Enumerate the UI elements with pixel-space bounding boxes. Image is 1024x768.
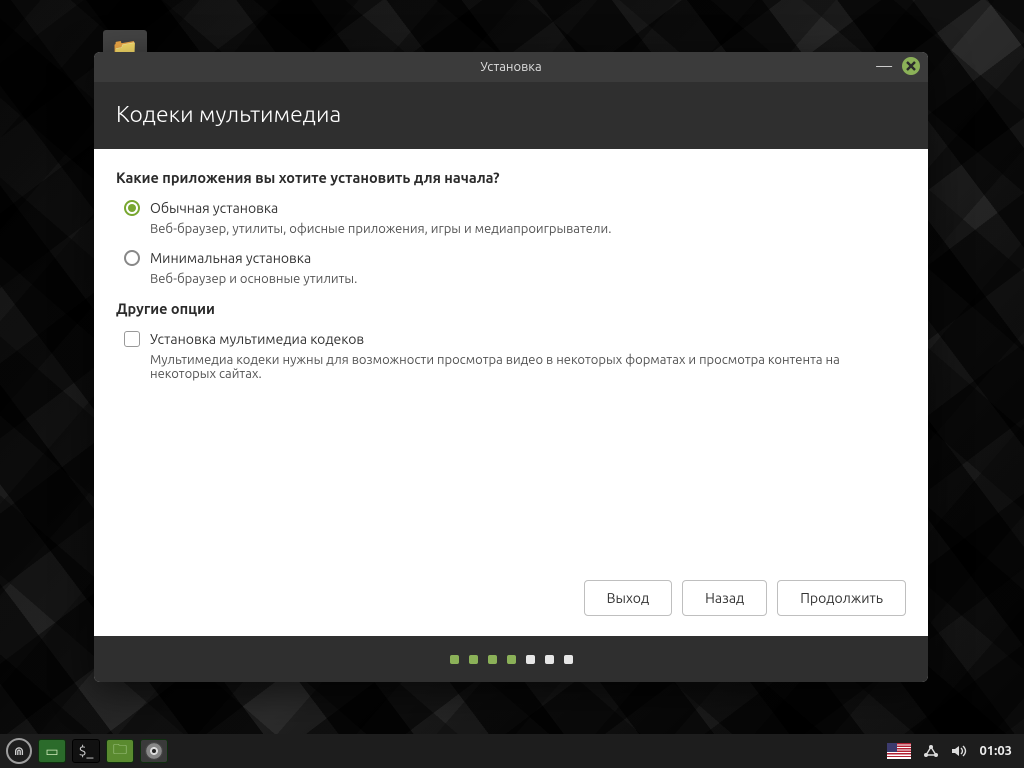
- volume-icon[interactable]: [951, 744, 967, 758]
- taskbar-clock[interactable]: 01:03: [979, 744, 1012, 758]
- progress-dot: [526, 655, 535, 664]
- checkbox-install-codecs[interactable]: Установка мультимедиа кодеков: [116, 331, 906, 347]
- installer-content: Какие приложения вы хотите установить дл…: [94, 149, 928, 566]
- folder-icon: 🗀: [113, 739, 127, 763]
- taskbar-show-desktop[interactable]: ▭: [38, 739, 66, 763]
- checkbox-icon: [124, 331, 140, 347]
- radio-normal-desc: Веб-браузер, утилиты, офисные приложения…: [116, 222, 906, 236]
- titlebar[interactable]: Установка —: [94, 52, 928, 82]
- mint-logo-icon: ⋒: [14, 744, 24, 758]
- progress-dot: [469, 655, 478, 664]
- radio-label: Обычная установка: [150, 200, 278, 216]
- taskbar-terminal[interactable]: $_: [72, 739, 100, 763]
- start-menu-button[interactable]: ⋒: [6, 738, 32, 764]
- radio-label: Минимальная установка: [150, 250, 311, 266]
- radio-minimal-desc: Веб-браузер и основные утилиты.: [116, 272, 906, 286]
- progress-dot: [450, 655, 459, 664]
- quit-button[interactable]: Выход: [584, 580, 673, 616]
- radio-minimal-install[interactable]: Минимальная установка: [116, 250, 906, 266]
- page-heading: Кодеки мультимедиа: [94, 82, 928, 149]
- close-button[interactable]: [902, 57, 920, 75]
- continue-button[interactable]: Продолжить: [777, 580, 906, 616]
- terminal-icon: $_: [79, 743, 94, 759]
- keyboard-layout-us[interactable]: [887, 743, 911, 759]
- progress-dot: [488, 655, 497, 664]
- install-question: Какие приложения вы хотите установить дл…: [116, 169, 906, 186]
- radio-icon: [124, 250, 140, 266]
- back-button[interactable]: Назад: [682, 580, 767, 616]
- close-icon: [906, 61, 916, 71]
- window-title: Установка: [480, 60, 541, 74]
- desktop-icon: ▭: [45, 743, 58, 760]
- minimize-button[interactable]: —: [876, 61, 892, 71]
- taskbar-installer[interactable]: [140, 739, 168, 763]
- taskbar: ⋒ ▭ $_ 🗀 01:03: [0, 734, 1024, 768]
- progress-dots: [94, 636, 928, 682]
- checkbox-label: Установка мультимедиа кодеков: [150, 331, 364, 347]
- installer-window: Установка — Кодеки мультимедиа Какие при…: [94, 52, 928, 682]
- button-row: Выход Назад Продолжить: [94, 566, 928, 636]
- progress-dot: [564, 655, 573, 664]
- progress-dot: [507, 655, 516, 664]
- taskbar-files[interactable]: 🗀: [106, 739, 134, 763]
- other-options-title: Другие опции: [116, 300, 906, 317]
- radio-normal-install[interactable]: Обычная установка: [116, 200, 906, 216]
- radio-icon: [124, 200, 140, 216]
- disc-icon: [145, 742, 163, 760]
- network-icon[interactable]: [923, 744, 939, 758]
- checkbox-codecs-desc: Мультимедиа кодеки нужны для возможности…: [116, 353, 906, 381]
- progress-dot: [545, 655, 554, 664]
